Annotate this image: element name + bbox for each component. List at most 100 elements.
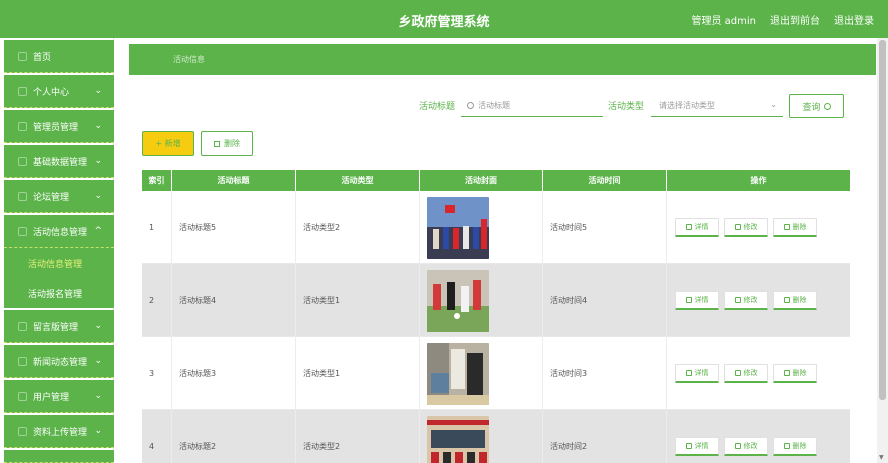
- column-header-type: 活动类型: [296, 170, 420, 191]
- sidebar-item-label: 资料上传管理: [33, 427, 88, 438]
- detail-label: 详情: [694, 442, 709, 450]
- admin-user-label: 管理员 admin: [691, 16, 756, 27]
- sidebar-item-personal-center[interactable]: 个人中心 ⌄: [4, 75, 114, 108]
- title-search-placeholder: 活动标题: [478, 100, 510, 110]
- cell-time: 活动时间4: [543, 264, 667, 337]
- edit-icon: [734, 370, 741, 376]
- edit-icon: [734, 443, 741, 449]
- table-row: 4 活动标题2 活动类型2 活动时间2 详情 修改 删除: [142, 410, 850, 463]
- scroll-down-arrow-icon[interactable]: ▼: [879, 454, 884, 461]
- sidebar-item-home[interactable]: 首页: [4, 40, 114, 73]
- sidebar-item-label: 个人中心: [33, 87, 70, 98]
- query-button[interactable]: 查询: [789, 94, 844, 118]
- sidebar-item-activity-info[interactable]: 活动信息管理 ^: [4, 215, 114, 248]
- activity-cover-image: [427, 415, 489, 463]
- sidebar-item-users[interactable]: 用户管理 ⌄: [4, 380, 114, 413]
- delete-button-label: 删除: [224, 139, 240, 148]
- detail-button[interactable]: 详情: [675, 291, 719, 310]
- cell-actions: 详情 修改 删除: [667, 264, 850, 337]
- detail-icon: [685, 297, 692, 303]
- type-select[interactable]: 请选择活动类型 ⌄: [651, 94, 783, 117]
- chevron-down-icon: ⌄: [94, 156, 102, 166]
- delete-button[interactable]: 删除: [773, 364, 817, 383]
- title-search-label: 活动标题: [419, 102, 456, 112]
- delete-label: 删除: [792, 223, 807, 231]
- chevron-down-icon: ⌄: [94, 321, 102, 331]
- top-bar: 乡政府管理系统 管理员 admin 退出到前台 退出登录: [0, 0, 888, 38]
- sidebar-item-admin-management[interactable]: 管理员管理 ⌄: [4, 110, 114, 143]
- sidebar-item-label: 活动信息管理: [28, 259, 83, 270]
- cell-title: 活动标题4: [172, 264, 296, 337]
- sidebar-item-news[interactable]: 新闻动态管理 ⌄: [4, 345, 114, 378]
- batch-delete-button[interactable]: 删除: [201, 131, 253, 156]
- detail-button[interactable]: 详情: [675, 437, 719, 456]
- cell-cover: [420, 264, 543, 337]
- scrollbar-thumb[interactable]: [879, 40, 886, 400]
- add-button[interactable]: + 新增: [142, 131, 194, 156]
- logout-link[interactable]: 退出登录: [834, 12, 874, 27]
- cell-type: 活动类型1: [296, 264, 420, 337]
- news-icon: [18, 356, 27, 366]
- exit-to-front-link[interactable]: 退出到前台: [770, 12, 820, 27]
- detail-icon: [685, 224, 692, 230]
- sidebar-item-more[interactable]: [4, 450, 114, 463]
- cell-cover: [420, 410, 543, 463]
- cell-type: 活动类型1: [296, 337, 420, 410]
- message-icon: [18, 321, 27, 331]
- delete-label: 删除: [792, 442, 807, 450]
- chevron-down-icon: ⌄: [770, 100, 777, 109]
- chevron-down-icon: ⌄: [94, 86, 102, 96]
- edit-button[interactable]: 修改: [724, 218, 768, 237]
- breadcrumb: 活动信息: [129, 44, 876, 75]
- detail-icon: [685, 370, 692, 376]
- sidebar-item-label: 管理员管理: [33, 122, 79, 133]
- activity-cover-image: [427, 196, 489, 259]
- edit-button[interactable]: 修改: [724, 291, 768, 310]
- sidebar-item-base-data[interactable]: 基础数据管理 ⌄: [4, 145, 114, 178]
- cell-actions: 详情 修改 删除: [667, 191, 850, 264]
- sidebar-subitem-activity-signup[interactable]: 活动报名管理: [4, 278, 114, 308]
- sidebar-item-file-upload[interactable]: 资料上传管理 ⌄: [4, 415, 114, 448]
- search-icon: [467, 101, 474, 109]
- activity-cover-image: [427, 269, 489, 332]
- sidebar-subitem-activity-info[interactable]: 活动信息管理: [4, 248, 114, 278]
- cell-index: 1: [142, 191, 172, 264]
- cell-title: 活动标题5: [172, 191, 296, 264]
- sidebar-item-message-board[interactable]: 留言版管理 ⌄: [4, 310, 114, 343]
- delete-button[interactable]: 删除: [773, 218, 817, 237]
- edit-label: 修改: [743, 442, 758, 450]
- sidebar-item-forum[interactable]: 论坛管理 ⌄: [4, 180, 114, 213]
- title-search-input[interactable]: 活动标题: [461, 94, 603, 117]
- upload-icon: [18, 426, 27, 436]
- cell-time: 活动时间3: [543, 337, 667, 410]
- cell-index: 2: [142, 264, 172, 337]
- cell-title: 活动标题3: [172, 337, 296, 410]
- column-header-index: 索引: [142, 170, 172, 191]
- cell-type: 活动类型2: [296, 410, 420, 463]
- cell-cover: [420, 191, 543, 264]
- trash-icon: [783, 224, 790, 230]
- sidebar-item-label: 论坛管理: [33, 192, 70, 203]
- delete-button[interactable]: 删除: [773, 291, 817, 310]
- cell-index: 3: [142, 337, 172, 410]
- cell-actions: 详情 修改 删除: [667, 337, 850, 410]
- detail-button[interactable]: 详情: [675, 364, 719, 383]
- delete-button[interactable]: 删除: [773, 437, 817, 456]
- cell-actions: 详情 修改 删除: [667, 410, 850, 463]
- delete-label: 删除: [792, 296, 807, 304]
- table-row: 1 活动标题5 活动类型2 活动时间5 详情 修改 删除: [142, 191, 850, 264]
- delete-label: 删除: [792, 369, 807, 377]
- sidebar-item-label: 活动报名管理: [28, 289, 83, 300]
- activity-icon: [18, 226, 27, 236]
- detail-button[interactable]: 详情: [675, 218, 719, 237]
- sidebar-item-label: 新闻动态管理: [33, 357, 88, 368]
- edit-button[interactable]: 修改: [724, 364, 768, 383]
- sidebar-item-label: 基础数据管理: [33, 157, 88, 168]
- edit-button[interactable]: 修改: [724, 437, 768, 456]
- data-icon: [18, 156, 27, 166]
- breadcrumb-current: 活动信息: [173, 55, 205, 64]
- search-icon: [823, 102, 831, 110]
- column-header-time: 活动时间: [543, 170, 667, 191]
- user-menu: 管理员 admin 退出到前台 退出登录: [691, 12, 888, 27]
- column-header-title: 活动标题: [172, 170, 296, 191]
